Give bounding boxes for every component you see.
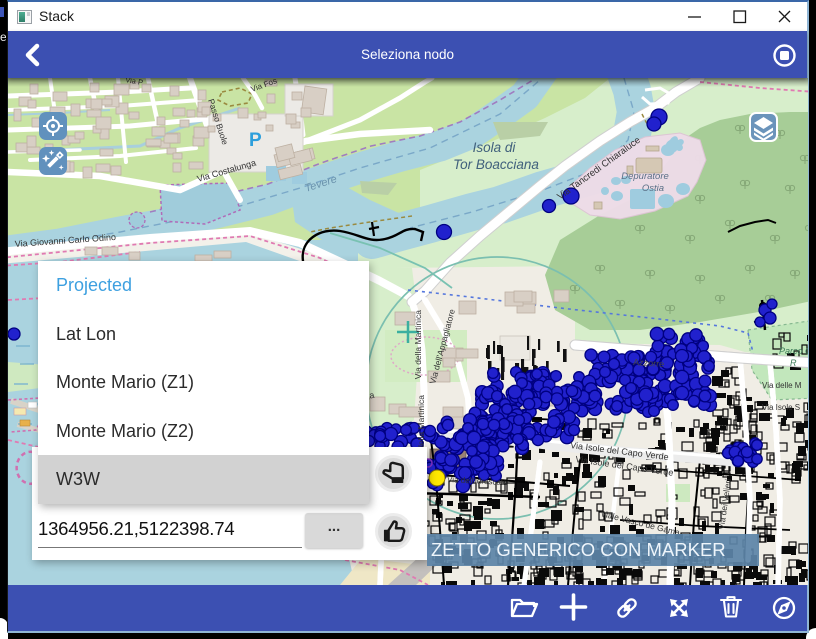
svg-text:Depuratore: Depuratore [621, 171, 669, 182]
svg-text:P: P [249, 130, 262, 151]
svg-text:Tor Boacciana: Tor Boacciana [453, 157, 539, 172]
svg-text:Parco C: Parco C [779, 346, 808, 356]
svg-text:Via delle M: Via delle M [762, 381, 802, 390]
svg-text:R: R [790, 358, 797, 368]
svg-text:Via della Martinica: Via della Martinica [413, 310, 423, 380]
svg-text:Via Isole S: Via Isole S [762, 403, 800, 412]
svg-text:Ostia: Ostia [642, 183, 664, 194]
svg-text:Isola di: Isola di [473, 140, 517, 155]
